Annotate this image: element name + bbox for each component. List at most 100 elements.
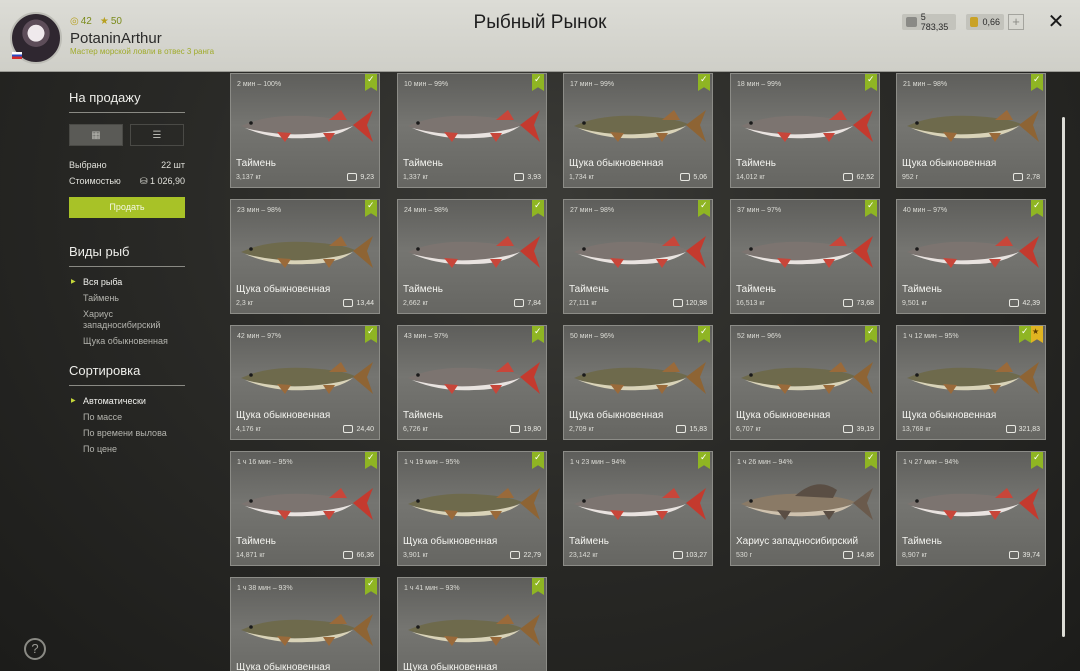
sort-option-2[interactable]: По времени вылова xyxy=(69,428,185,439)
fish-card[interactable]: 18 мин – 99% Таймень 14,012 кг 62,52 xyxy=(730,73,880,188)
fish-name: Щука обыкновенная xyxy=(569,158,664,169)
selected-check-icon[interactable] xyxy=(532,200,544,217)
fish-card[interactable]: 21 мин – 98% Щука обыкновенная 952 г 2,7… xyxy=(896,73,1046,188)
fish-card[interactable]: 17 мин – 99% Щука обыкновенная 1,734 кг … xyxy=(563,73,713,188)
fish-weight: 16,513 кг xyxy=(736,300,765,307)
fish-weight: 14,871 кг xyxy=(236,552,265,559)
selected-check-icon[interactable] xyxy=(532,452,544,469)
fish-card[interactable]: 27 мин – 98% Таймень 27,111 кг 120,98 xyxy=(563,199,713,314)
selected-check-icon[interactable] xyxy=(698,452,710,469)
species-filter-item-2[interactable]: Хариус западносибирский xyxy=(69,309,185,331)
fish-name: Щука обыкновенная xyxy=(236,662,331,671)
selected-label: Выбрано xyxy=(69,160,107,170)
sort-title: Сортировка xyxy=(69,363,185,386)
help-button[interactable]: ? xyxy=(24,638,46,660)
fish-price: 15,83 xyxy=(676,425,707,433)
fish-name: Щука обыкновенная xyxy=(902,410,997,421)
fish-price: 73,68 xyxy=(843,299,874,307)
catch-time: 1 ч 26 мин – 94% xyxy=(737,459,793,466)
selected-check-icon[interactable] xyxy=(865,452,877,469)
fish-card[interactable]: 1 ч 16 мин – 95% Таймень 14,871 кг 66,36 xyxy=(230,451,380,566)
catch-time: 10 мин – 99% xyxy=(404,81,449,88)
list-view-button[interactable]: ☰ xyxy=(130,124,184,146)
fish-card[interactable]: 52 мин – 96% Щука обыкновенная 6,707 кг … xyxy=(730,325,880,440)
selected-check-icon[interactable] xyxy=(865,74,877,91)
selected-check-icon[interactable] xyxy=(365,326,377,343)
catch-time: 24 мин – 98% xyxy=(404,207,449,214)
fish-image xyxy=(741,236,873,268)
coin-icon xyxy=(343,551,354,559)
sort-option-3[interactable]: По цене xyxy=(69,444,185,455)
fish-card[interactable]: 1 ч 38 мин – 93% Щука обыкновенная xyxy=(230,577,380,671)
cost-value: ⛁ 1 026,90 xyxy=(139,176,185,186)
cost-row: Стоимостью ⛁ 1 026,90 xyxy=(69,176,185,187)
selected-check-icon[interactable] xyxy=(365,200,377,217)
selected-check-icon[interactable] xyxy=(532,578,544,595)
selected-check-icon[interactable] xyxy=(532,326,544,343)
species-filter-item-1[interactable]: Таймень xyxy=(69,293,185,304)
fish-card[interactable]: 40 мин – 97% Таймень 9,501 кг 42,39 xyxy=(896,199,1046,314)
coin-icon xyxy=(1009,299,1020,307)
selected-check-icon[interactable] xyxy=(365,452,377,469)
coin-icon xyxy=(347,173,358,181)
add-gold-button[interactable]: + xyxy=(1008,14,1024,30)
catch-time: 17 мин – 99% xyxy=(570,81,615,88)
fish-name: Таймень xyxy=(403,158,443,169)
selected-check-icon[interactable] xyxy=(1031,452,1043,469)
grid-view-button[interactable]: ▦ xyxy=(69,124,123,146)
gold-balance: 0,66 xyxy=(966,14,1004,30)
coin-icon xyxy=(672,551,683,559)
selected-check-icon[interactable] xyxy=(865,326,877,343)
selected-check-icon[interactable] xyxy=(365,74,377,91)
fish-name: Таймень xyxy=(902,284,942,295)
fish-card[interactable]: 50 мин – 96% Щука обыкновенная 2,709 кг … xyxy=(563,325,713,440)
sell-button[interactable]: Продать xyxy=(69,197,185,218)
fish-weight: 1,337 кг xyxy=(403,174,429,181)
coin-icon xyxy=(514,299,525,307)
fish-image xyxy=(574,236,706,268)
fish-card[interactable]: 1 ч 26 мин – 94% Хариус западносибирский… xyxy=(730,451,880,566)
fish-card[interactable]: 10 мин – 99% Таймень 1,337 кг 3,93 xyxy=(397,73,547,188)
cost-label: Стоимостью xyxy=(69,176,121,186)
selected-check-icon[interactable] xyxy=(865,200,877,217)
fish-image xyxy=(574,362,706,394)
fish-card[interactable]: 1 ч 27 мин – 94% Таймень 8,907 кг 39,74 xyxy=(896,451,1046,566)
selected-check-icon[interactable] xyxy=(532,74,544,91)
sidebar: На продажу ▦ ☰ Выбрано 22 шт Стоимостью … xyxy=(69,90,185,460)
selected-check-icon[interactable] xyxy=(698,326,710,343)
fish-price: 62,52 xyxy=(843,173,874,181)
selected-check-icon[interactable] xyxy=(365,578,377,595)
fish-image xyxy=(408,236,540,268)
fish-card[interactable]: 1 ч 12 мин – 95% Щука обыкновенная 13,76… xyxy=(896,325,1046,440)
fish-card[interactable]: 2 мин – 100% Таймень 3,137 кг 9,23 xyxy=(230,73,380,188)
selected-check-icon[interactable] xyxy=(1031,74,1043,91)
fish-card[interactable]: 1 ч 23 мин – 94% Таймень 23,142 кг 103,2… xyxy=(563,451,713,566)
scrollbar[interactable] xyxy=(1062,92,1065,652)
selected-check-icon[interactable] xyxy=(698,200,710,217)
catch-time: 52 мин – 96% xyxy=(737,333,782,340)
catch-time: 50 мин – 96% xyxy=(570,333,615,340)
fish-card[interactable]: 1 ч 41 мин – 93% Щука обыкновенная xyxy=(397,577,547,671)
fish-card[interactable]: 1 ч 19 мин – 95% Щука обыкновенная 3,901… xyxy=(397,451,547,566)
fish-card[interactable]: 37 мин – 97% Таймень 16,513 кг 73,68 xyxy=(730,199,880,314)
scrollbar-thumb[interactable] xyxy=(1062,117,1065,637)
fish-price: 321,83 xyxy=(1005,425,1040,433)
silver-coin-icon xyxy=(906,17,917,27)
fish-card[interactable]: 23 мин – 98% Щука обыкновенная 2,3 кг 13… xyxy=(230,199,380,314)
fish-name: Таймень xyxy=(569,284,609,295)
sort-option-0[interactable]: Автоматически xyxy=(69,396,185,407)
fish-name: Таймень xyxy=(236,158,276,169)
selected-check-icon[interactable] xyxy=(1031,200,1043,217)
catch-time: 40 мин – 97% xyxy=(903,207,948,214)
fish-card[interactable]: 43 мин – 97% Таймень 6,726 кг 19,80 xyxy=(397,325,547,440)
selected-check-icon[interactable] xyxy=(1019,326,1031,343)
fish-image xyxy=(741,110,873,142)
close-button[interactable]: ✕ xyxy=(1046,12,1066,32)
fish-card[interactable]: 24 мин – 98% Таймень 2,662 кг 7,84 xyxy=(397,199,547,314)
star-badge-icon xyxy=(1031,326,1043,343)
species-filter-item-0[interactable]: Вся рыба xyxy=(69,277,185,288)
species-filter-item-3[interactable]: Щука обыкновенная xyxy=(69,336,185,347)
sort-option-1[interactable]: По массе xyxy=(69,412,185,423)
selected-check-icon[interactable] xyxy=(698,74,710,91)
fish-card[interactable]: 42 мин – 97% Щука обыкновенная 4,176 кг … xyxy=(230,325,380,440)
